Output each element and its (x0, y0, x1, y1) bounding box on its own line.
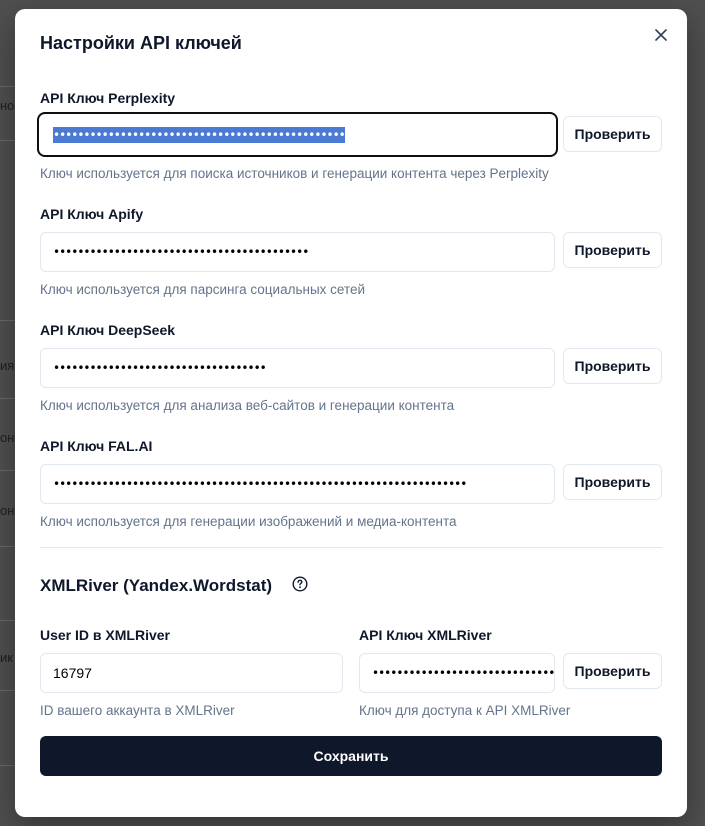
perplexity-key-value: ••••••••••••••••••••••••••••••••••••••••… (53, 126, 346, 143)
section-divider (40, 547, 662, 548)
dialog-title: Настройки API ключей (40, 33, 242, 53)
xmlriver-user-id-value: 16797 (53, 665, 92, 681)
falai-key-value: ••••••••••••••••••••••••••••••••••••••••… (53, 477, 467, 491)
close-icon (655, 29, 667, 41)
apify-key-input[interactable]: ••••••••••••••••••••••••••••••••••••••••… (40, 232, 555, 272)
falai-key-hint: Ключ используется для генерации изображе… (40, 514, 457, 529)
api-keys-dialog: Настройки API ключей API Ключ Perplexity… (15, 9, 687, 817)
perplexity-key-label: API Ключ Perplexity (40, 90, 176, 106)
deepseek-key-value: ••••••••••••••••••••••••••••••••••• (53, 361, 267, 375)
perplexity-key-input[interactable]: ••••••••••••••••••••••••••••••••••••••••… (37, 112, 558, 157)
xmlriver-user-id-input[interactable]: 16797 (40, 653, 343, 693)
verify-falai-button[interactable]: Проверить (563, 464, 662, 500)
deepseek-key-input[interactable]: ••••••••••••••••••••••••••••••••••• (40, 348, 555, 388)
xmlriver-api-key-input[interactable]: •••••••••••••••••••••••••••••••• (359, 653, 555, 693)
verify-deepseek-button[interactable]: Проверить (563, 348, 662, 384)
deepseek-key-hint: Ключ используется для анализа веб-сайтов… (40, 398, 455, 413)
apify-key-label: API Ключ Apify (40, 206, 144, 222)
falai-key-input[interactable]: ••••••••••••••••••••••••••••••••••••••••… (40, 464, 555, 504)
verify-xmlriver-button[interactable]: Проверить (563, 653, 662, 689)
close-button[interactable] (651, 25, 671, 45)
verify-perplexity-button[interactable]: Проверить (563, 116, 662, 152)
deepseek-key-label: API Ключ DeepSeek (40, 322, 176, 338)
save-button[interactable]: Сохранить (40, 736, 662, 776)
xmlriver-api-key-label: API Ключ XMLRiver (359, 627, 492, 643)
help-circle-icon[interactable] (292, 576, 308, 592)
perplexity-key-hint: Ключ используется для поиска источников … (40, 166, 549, 181)
verify-apify-button[interactable]: Проверить (563, 232, 662, 268)
falai-key-label: API Ключ FAL.AI (40, 438, 153, 454)
xmlriver-api-key-value: •••••••••••••••••••••••••••••••• (372, 666, 555, 680)
xmlriver-section-title: XMLRiver (Yandex.Wordstat) (40, 576, 273, 595)
xmlriver-api-key-hint: Ключ для доступа к API XMLRiver (359, 703, 571, 718)
apify-key-hint: Ключ используется для парсинга социальны… (40, 282, 366, 297)
apify-key-value: ••••••••••••••••••••••••••••••••••••••••… (53, 245, 309, 259)
xmlriver-user-id-label: User ID в XMLRiver (40, 627, 170, 643)
xmlriver-user-id-hint: ID вашего аккаунта в XMLRiver (40, 703, 235, 718)
